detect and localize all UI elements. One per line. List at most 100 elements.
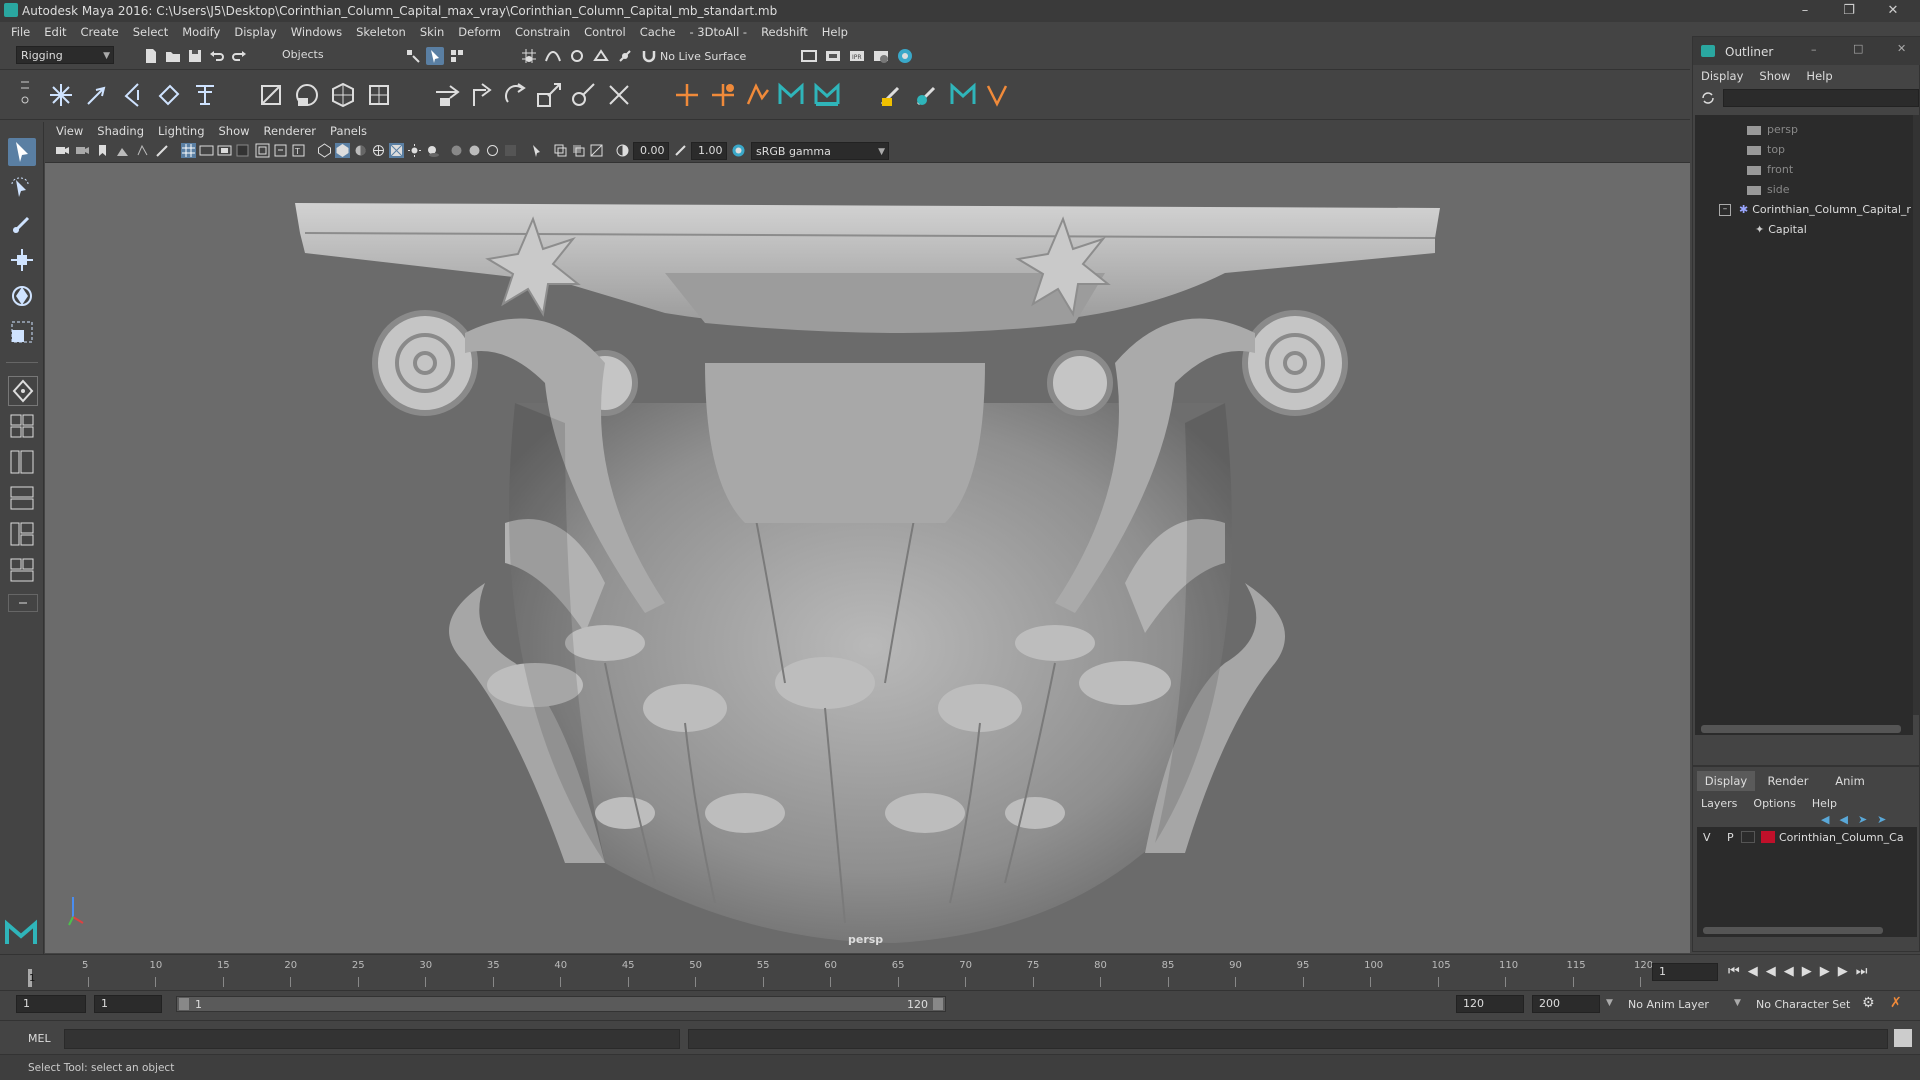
gamma-icon[interactable]	[673, 143, 688, 158]
mirror-joint-icon[interactable]	[118, 80, 148, 110]
film-gate-icon[interactable]	[199, 143, 214, 158]
xray-active-icon[interactable]	[571, 143, 586, 158]
move-layer-down-icon[interactable]: ◀	[1839, 813, 1847, 826]
constraint-aim-icon[interactable]	[568, 80, 598, 110]
create-joint-icon[interactable]	[46, 80, 76, 110]
close-icon[interactable]: ✕	[1878, 2, 1908, 20]
step-back-key-icon[interactable]: ◀	[1766, 964, 1784, 979]
layer-row[interactable]: V P Corinthian_Column_Ca	[1697, 829, 1917, 847]
menu-modify[interactable]: Modify	[175, 22, 227, 42]
single-perspective-layout-icon[interactable]	[8, 376, 38, 406]
grid-toggle-icon[interactable]	[181, 143, 196, 158]
menu-select[interactable]: Select	[126, 22, 175, 42]
resolution-gate-icon[interactable]	[217, 143, 232, 158]
outliner-item-persp[interactable]: persp	[1747, 121, 1798, 139]
ipr-render-icon[interactable]: IPR	[848, 47, 866, 65]
animation-end-field[interactable]: 200	[1532, 995, 1600, 1013]
toolbox-collapse-icon[interactable]	[8, 594, 38, 612]
lasso-tool-icon[interactable]	[8, 174, 36, 202]
panel-menu-lighting[interactable]: Lighting	[151, 122, 211, 140]
menu-constrain[interactable]: Constrain	[508, 22, 577, 42]
layer-name[interactable]: Corinthian_Column_Ca	[1779, 831, 1904, 844]
menu-skeleton[interactable]: Skeleton	[349, 22, 413, 42]
tab-render[interactable]: Render	[1759, 771, 1817, 791]
outliner-menu-help[interactable]: Help	[1798, 67, 1840, 85]
camera-attributes-icon[interactable]	[75, 143, 90, 158]
ik-handle-icon[interactable]	[190, 80, 220, 110]
menu-edit[interactable]: Edit	[37, 22, 73, 42]
outliner-item-capital-group[interactable]: – ✱ Corinthian_Column_Capital_r	[1719, 201, 1911, 219]
constraint-orient-icon[interactable]	[500, 80, 530, 110]
tab-display[interactable]: Display	[1697, 771, 1755, 791]
redo-icon[interactable]	[230, 47, 248, 65]
exposure-icon[interactable]	[615, 143, 630, 158]
character-set-dropdown[interactable]: No Character Set	[1756, 998, 1850, 1011]
wireframe-icon[interactable]	[317, 143, 332, 158]
menu-redshift[interactable]: Redshift	[754, 22, 815, 42]
layer-color-swatch[interactable]	[1761, 831, 1775, 843]
bookmark-icon[interactable]	[95, 143, 110, 158]
paint-select-icon[interactable]	[8, 210, 36, 238]
chevron-down-icon[interactable]: ▼	[1606, 998, 1613, 1008]
quick-rig-icon[interactable]	[256, 80, 286, 110]
bind-skin-icon[interactable]	[292, 80, 322, 110]
menu-create[interactable]: Create	[74, 22, 126, 42]
step-forward-icon[interactable]: ▶	[1838, 964, 1856, 979]
live-surface-label[interactable]: No Live Surface	[660, 50, 746, 63]
tab-anim[interactable]: Anim	[1821, 771, 1879, 791]
constraint-scale-icon[interactable]	[534, 80, 564, 110]
menu-windows[interactable]: Windows	[284, 22, 349, 42]
layer-horizontal-scrollbar[interactable]	[1703, 927, 1883, 934]
animation-start-field[interactable]: 1	[16, 995, 86, 1013]
outliner-item-front[interactable]: front	[1747, 161, 1793, 179]
menu-file[interactable]: File	[4, 22, 37, 42]
safe-action-icon[interactable]	[273, 143, 288, 158]
render-frame-icon[interactable]	[824, 47, 842, 65]
cluster-icon[interactable]	[708, 80, 738, 110]
menu-deform[interactable]: Deform	[451, 22, 508, 42]
minimize-icon[interactable]: –	[1790, 2, 1820, 20]
panel-menu-view[interactable]: View	[49, 122, 90, 140]
gamma-field[interactable]: 1.00	[691, 142, 727, 160]
gate-mask-icon[interactable]	[235, 143, 250, 158]
wireframe-on-shaded-icon[interactable]	[371, 143, 386, 158]
go-to-start-icon[interactable]: ⏮	[1728, 964, 1748, 979]
open-scene-icon[interactable]	[164, 47, 182, 65]
render-settings-icon[interactable]	[872, 47, 890, 65]
layer-menu-options[interactable]: Options	[1745, 795, 1803, 813]
time-slider[interactable]: 1 5 10 15 20 25 30 35 40 45 50 55 60 65 70 75 80 85 90 95 1…	[0, 954, 1920, 988]
command-input[interactable]	[64, 1029, 680, 1049]
menu-help[interactable]: Help	[815, 22, 855, 42]
default-material-icon[interactable]	[353, 143, 368, 158]
view-transform-dropdown[interactable]: sRGB gamma ▼	[751, 142, 889, 160]
wrap-deformer-icon[interactable]	[364, 80, 394, 110]
menu-set-dropdown[interactable]: Rigging ▼	[16, 46, 114, 64]
select-object-icon[interactable]	[426, 47, 444, 65]
layer-playback-toggle[interactable]: P	[1727, 831, 1734, 844]
refresh-icon[interactable]	[1701, 91, 1715, 105]
range-slider[interactable]: 1 120	[176, 996, 946, 1012]
four-view-layout-icon[interactable]	[8, 412, 36, 440]
outliner-item-capital[interactable]: ✦ Capital	[1755, 221, 1807, 239]
menu-display[interactable]: Display	[227, 22, 283, 42]
persp-graph-layout-icon[interactable]	[8, 484, 36, 512]
anim-preferences-icon[interactable]: ✗	[1890, 995, 1902, 1011]
maya-m-green-icon[interactable]	[948, 80, 978, 110]
motion-blur-icon[interactable]	[467, 143, 482, 158]
insert-joint-icon[interactable]	[82, 80, 112, 110]
orient-joint-icon[interactable]	[154, 80, 184, 110]
textured-icon[interactable]	[389, 143, 404, 158]
grease-pencil-icon[interactable]	[155, 143, 170, 158]
play-back-icon[interactable]: ◀	[1784, 964, 1802, 979]
render-view-icon[interactable]	[800, 47, 818, 65]
undo-icon[interactable]	[208, 47, 226, 65]
menu-cache[interactable]: Cache	[633, 22, 683, 42]
new-scene-icon[interactable]	[142, 47, 160, 65]
persp-timeline-layout-icon[interactable]	[8, 520, 36, 548]
maya-m-blue-icon[interactable]	[776, 80, 806, 110]
outliner-horizontal-scrollbar[interactable]	[1701, 725, 1901, 733]
menu-3dtoall[interactable]: - 3DtoAll -	[682, 22, 754, 42]
xray-joints-icon[interactable]	[589, 143, 604, 158]
new-layer-selected-icon[interactable]: ➤	[1877, 813, 1886, 826]
panel-menu-show[interactable]: Show	[212, 122, 257, 140]
